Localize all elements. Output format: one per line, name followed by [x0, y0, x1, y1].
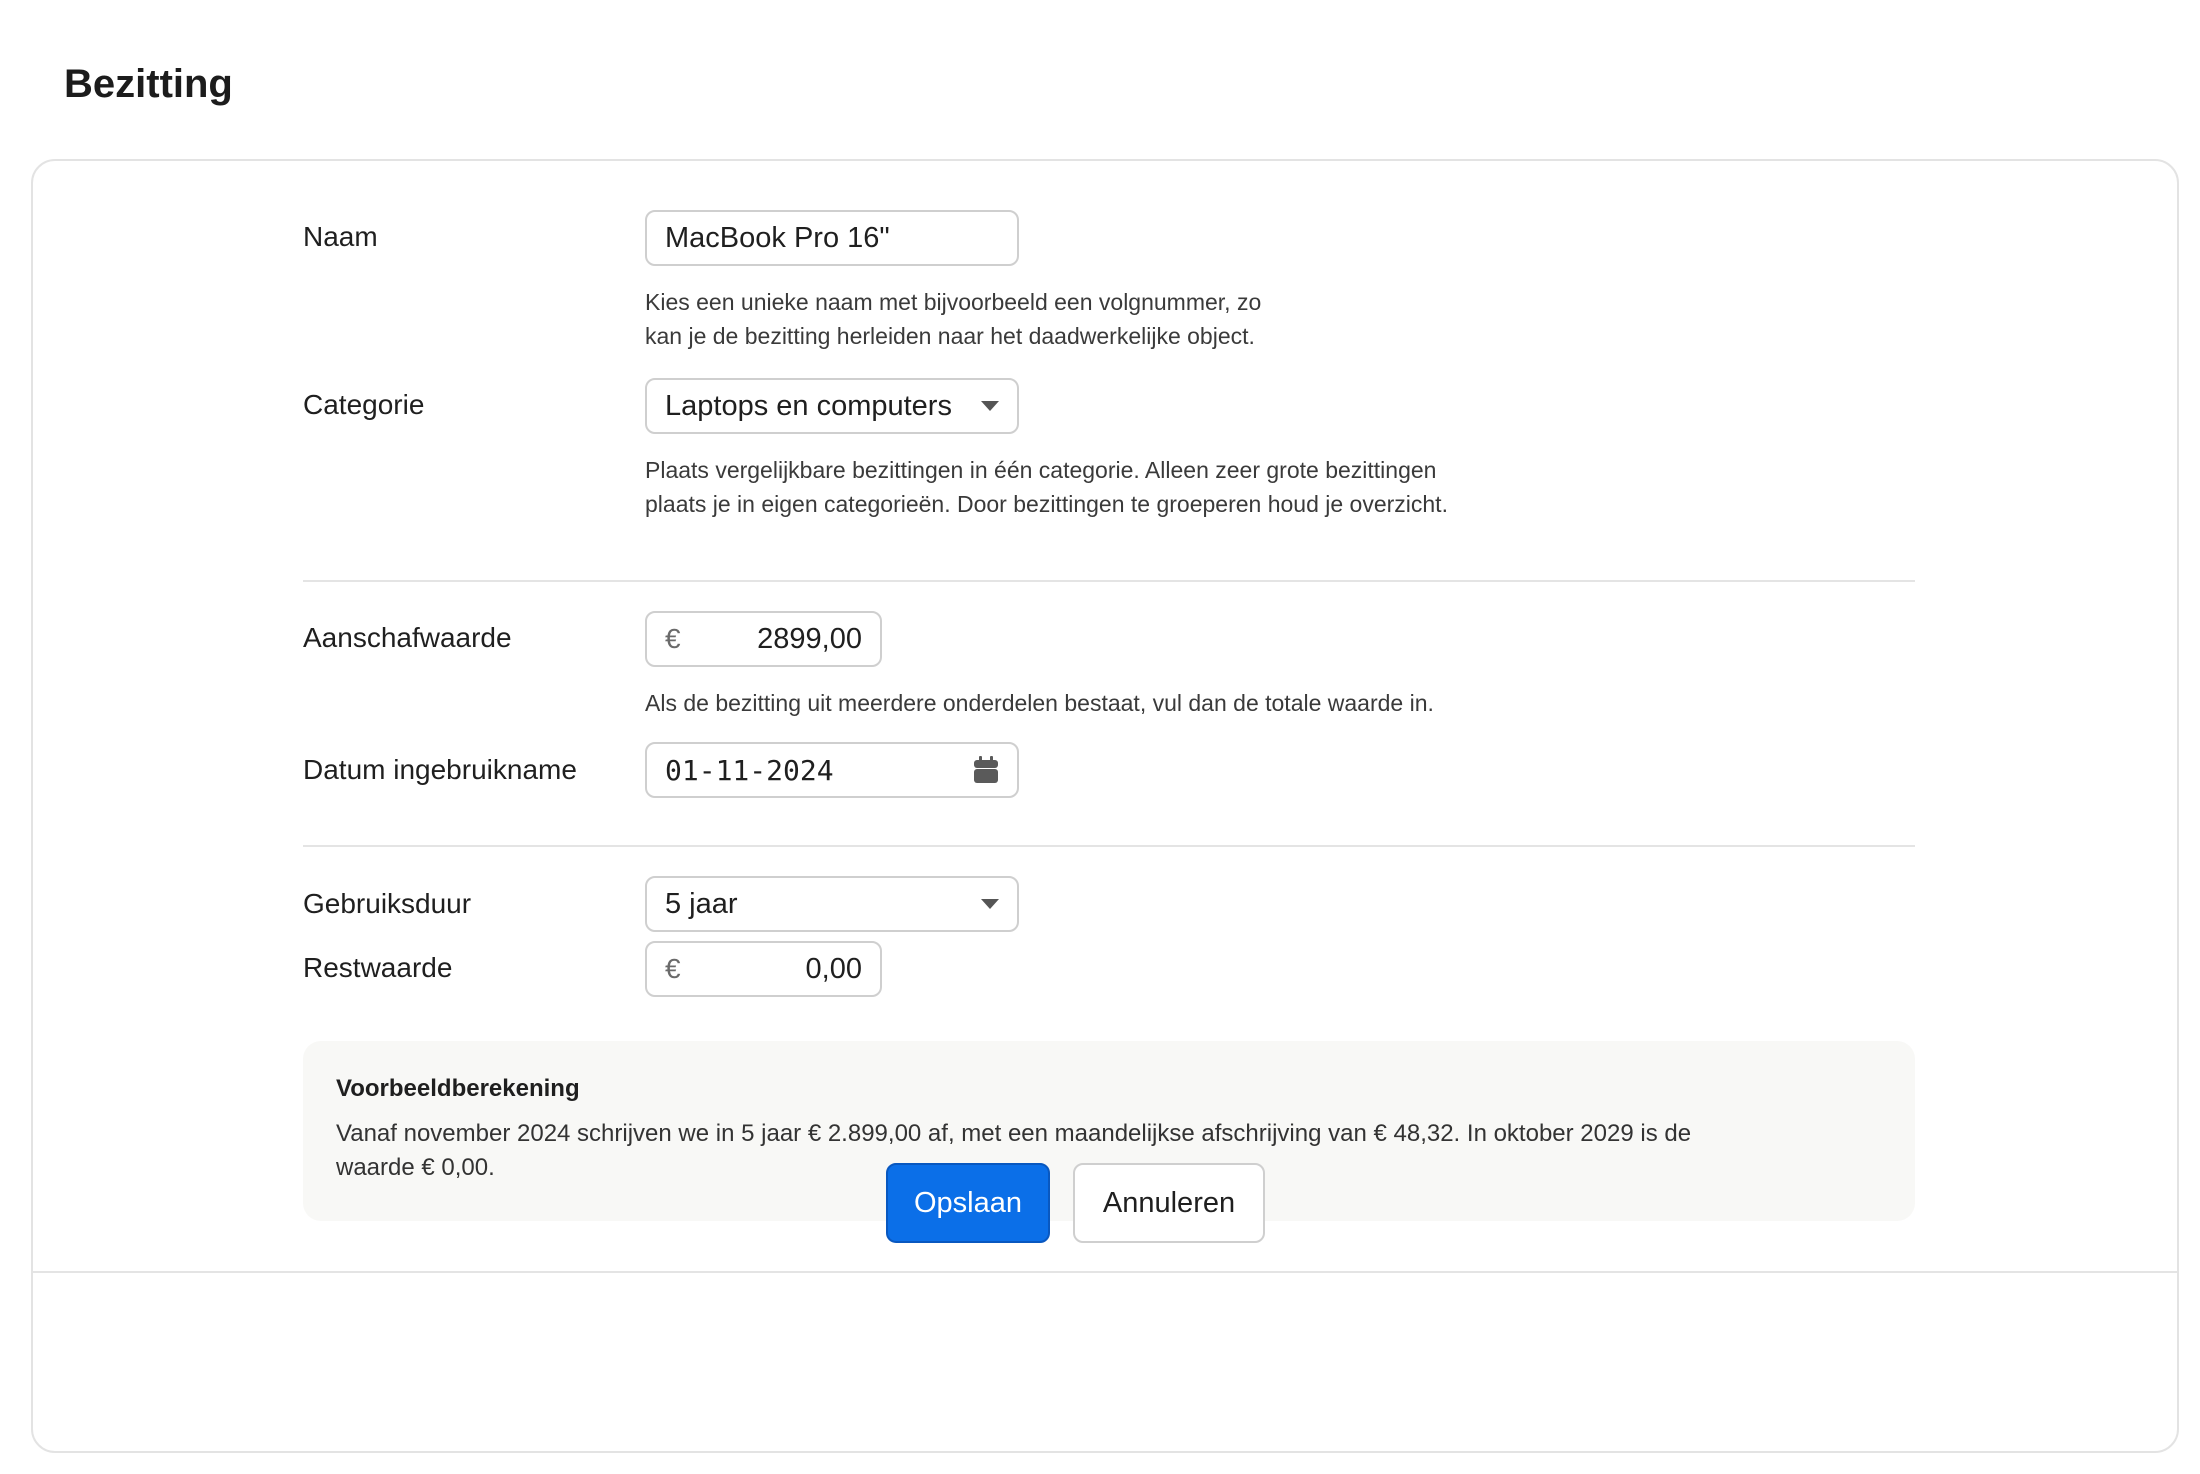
- currency-symbol: €: [665, 953, 681, 984]
- name-help-line: kan je de bezitting herleiden naar het d…: [645, 323, 1255, 349]
- duration-select[interactable]: 5 jaar: [645, 876, 1019, 932]
- page-title: Bezitting: [64, 62, 233, 106]
- purchase-value-label: Aanschafwaarde: [303, 622, 512, 653]
- start-date-label: Datum ingebruikname: [303, 754, 577, 785]
- residual-value-input-value: 0,00: [805, 952, 862, 985]
- save-button[interactable]: Opslaan: [886, 1163, 1050, 1243]
- example-title: Voorbeeldberekening: [336, 1075, 580, 1102]
- purchase-value-help: Als de bezitting uit meerdere onderdelen…: [645, 690, 1434, 716]
- asset-form-card: Naam MacBook Pro 16" Kies een unieke naa…: [31, 159, 2179, 1453]
- name-input[interactable]: MacBook Pro 16": [645, 210, 1019, 266]
- example-text-line: Vanaf november 2024 schrijven we in 5 ja…: [336, 1120, 1692, 1147]
- name-label: Naam: [303, 221, 378, 252]
- category-label: Categorie: [303, 389, 425, 420]
- start-date-input[interactable]: 01-11-2024: [645, 742, 1019, 798]
- category-select[interactable]: Laptops en computers: [645, 378, 1019, 434]
- chevron-down-icon: [981, 401, 999, 411]
- name-input-value: MacBook Pro 16": [665, 221, 890, 254]
- residual-value-input[interactable]: € 0,00: [645, 941, 882, 997]
- purchase-value-input-value: 2899,00: [757, 622, 862, 655]
- calendar-icon[interactable]: [973, 756, 999, 784]
- start-date-input-value: 01-11-2024: [665, 753, 834, 787]
- currency-symbol: €: [665, 623, 681, 654]
- section-divider: [303, 845, 1915, 847]
- category-select-value: Laptops en computers: [665, 389, 952, 422]
- purchase-value-input[interactable]: € 2899,00: [645, 611, 882, 667]
- cancel-button[interactable]: Annuleren: [1073, 1163, 1265, 1243]
- category-help-line: plaats je in eigen categorieën. Door bez…: [645, 491, 1448, 517]
- name-help: Kies een unieke naam met bijvoorbeeld ee…: [645, 285, 1261, 353]
- name-help-line: Kies een unieke naam met bijvoorbeeld ee…: [645, 289, 1262, 315]
- category-help: Plaats vergelijkbare bezittingen in één …: [645, 453, 1448, 521]
- section-divider: [303, 580, 1915, 582]
- chevron-down-icon: [981, 899, 999, 909]
- footer-divider: [33, 1271, 2177, 1273]
- duration-select-value: 5 jaar: [665, 887, 738, 920]
- duration-label: Gebruiksduur: [303, 888, 472, 919]
- category-help-line: Plaats vergelijkbare bezittingen in één …: [645, 457, 1437, 483]
- residual-value-label: Restwaarde: [303, 952, 453, 983]
